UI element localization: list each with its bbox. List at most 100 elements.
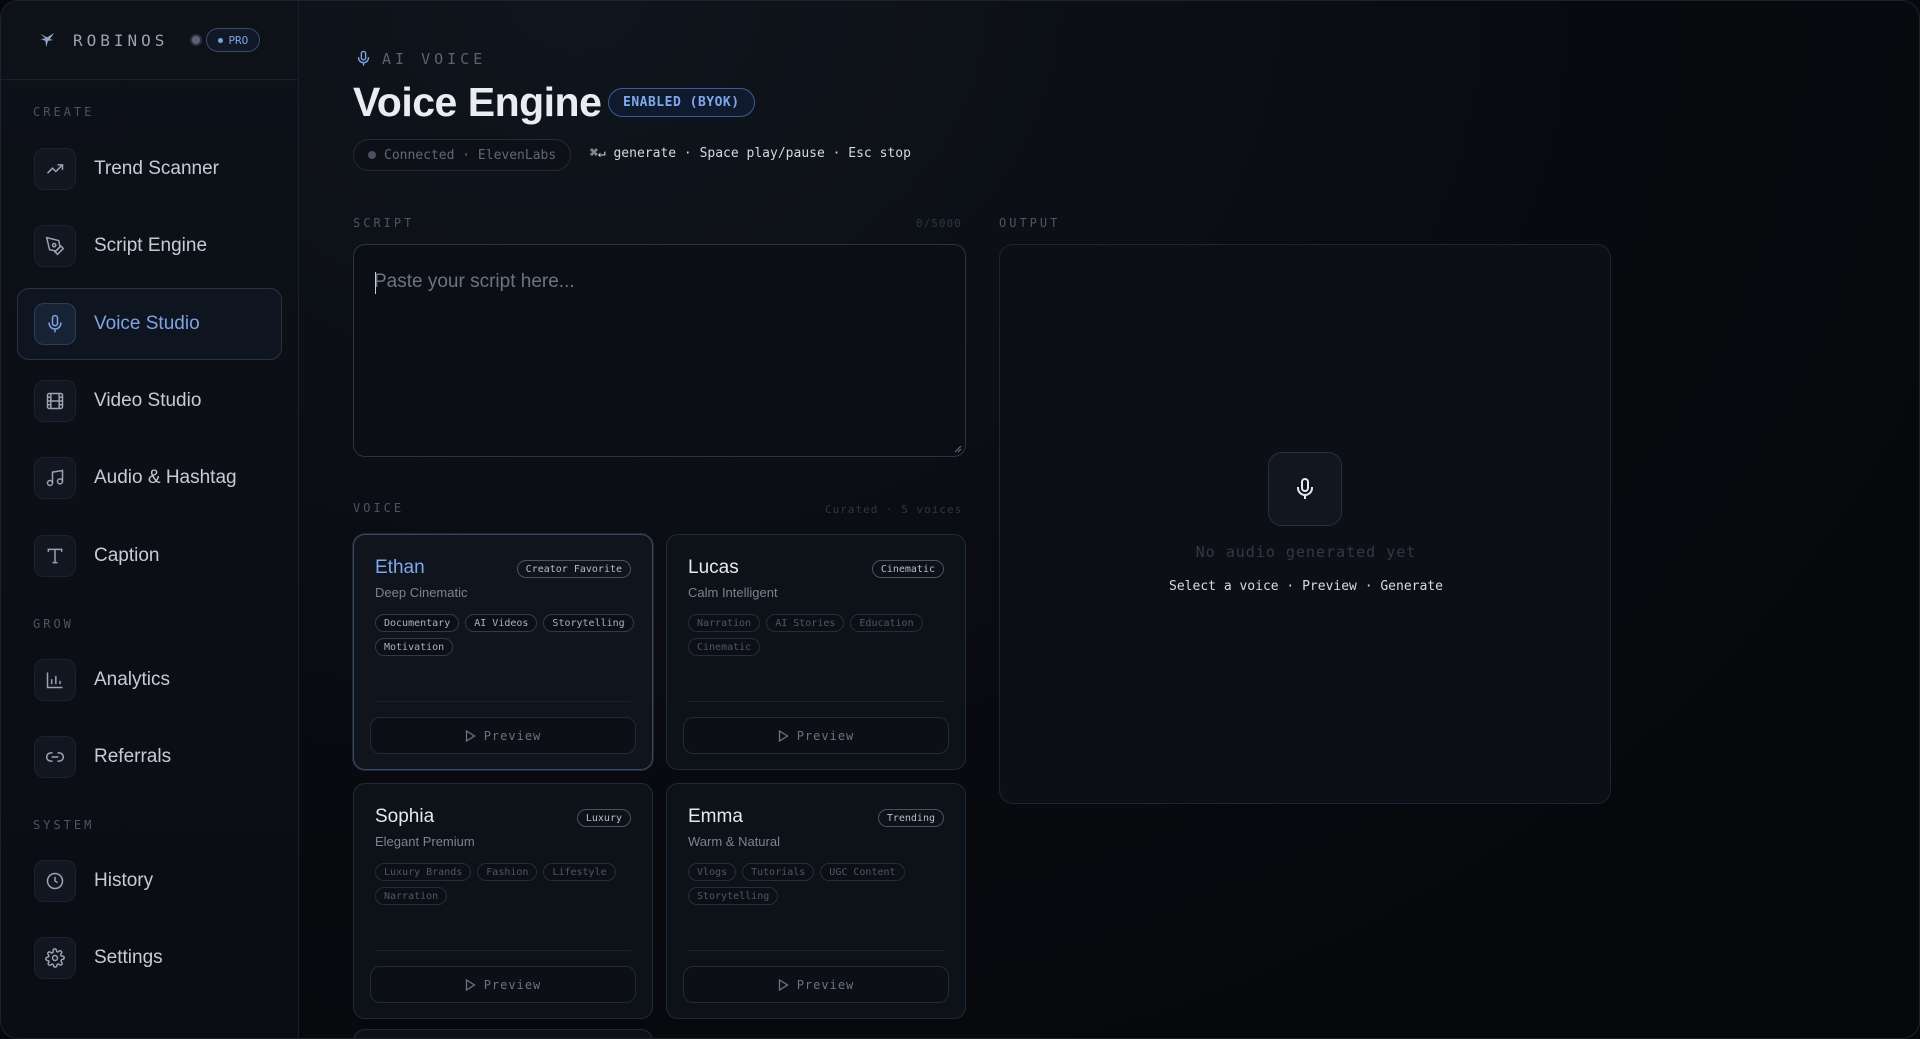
voice-tag: Luxury [576, 809, 631, 827]
sidebar-item-label: Settings [94, 947, 163, 968]
chip: Storytelling [543, 614, 634, 632]
chip: Fashion [477, 863, 538, 881]
voice-card-lucas[interactable]: Lucas Calm Intelligent Cinematic Narrati… [666, 534, 966, 770]
play-icon [465, 978, 476, 991]
play-icon [778, 978, 789, 991]
voice-card-ethan[interactable]: Ethan Deep Cinematic Creator Favorite Do… [353, 534, 653, 770]
film-icon [34, 380, 76, 422]
divider [688, 950, 944, 951]
sidebar-item-label: Trend Scanner [94, 158, 219, 179]
voice-chips: Vlogs Tutorials UGC Content Storytelling [688, 863, 948, 905]
voice-tag: Creator Favorite [516, 560, 631, 578]
music-icon [34, 457, 76, 499]
connection-status: Connected · ElevenLabs [353, 139, 572, 171]
clock-icon [34, 860, 76, 902]
voice-label: VOICE [353, 501, 405, 515]
chip: Narration [375, 887, 448, 905]
play-icon [465, 729, 476, 742]
mic-icon [1268, 452, 1342, 526]
sidebar-item-label: Script Engine [94, 235, 208, 256]
voice-subtitle: Warm & Natural [688, 834, 780, 849]
sidebar: ROBINOS PRO CREATE Trend Scanner Script … [1, 1, 299, 1038]
chip: AI Videos [465, 614, 538, 632]
voice-name: Sophia [375, 806, 435, 827]
preview-button[interactable]: Preview [683, 966, 949, 1003]
voice-name: Lucas [688, 557, 739, 578]
chip: Vlogs [688, 863, 737, 881]
output-panel: No audio generated yet Select a voice · … [999, 244, 1611, 804]
sidebar-item-label: Voice Studio [94, 313, 200, 334]
output-label: OUTPUT [999, 216, 1061, 230]
sidebar-item-caption[interactable]: Caption [17, 520, 282, 592]
sidebar-item-label: Audio & Hashtag [94, 467, 237, 488]
script-textarea[interactable]: Paste your script here... [353, 244, 966, 457]
keyboard-shortcuts: ⌘↵ generate · Space play/pause · Esc sto… [590, 146, 911, 161]
sidebar-item-analytics[interactable]: Analytics [17, 644, 282, 716]
sidebar-item-video-studio[interactable]: Video Studio [17, 365, 282, 437]
voice-chips: Narration AI Stories Education Cinematic [688, 614, 948, 656]
divider [375, 950, 631, 951]
sidebar-item-settings[interactable]: Settings [17, 922, 282, 994]
chip: Narration [688, 614, 761, 632]
trend-icon [34, 148, 76, 190]
chip: Education [850, 614, 923, 632]
chip: UGC Content [820, 863, 905, 881]
preview-button[interactable]: Preview [370, 966, 636, 1003]
output-hint: Select a voice · Preview · Generate [1169, 579, 1443, 594]
script-placeholder: Paste your script here... [374, 271, 575, 292]
script-label: SCRIPT [353, 216, 415, 230]
sidebar-item-label: Caption [94, 545, 160, 566]
voice-meta: Curated · 5 voices [825, 503, 963, 516]
script-counter: 0/5000 [916, 217, 962, 230]
sidebar-item-label: History [94, 870, 154, 891]
chip: AI Stories [766, 614, 845, 632]
chip: Tutorials [742, 863, 815, 881]
voice-tag: Trending [877, 809, 944, 827]
bar-chart-icon [34, 659, 76, 701]
voice-name: Ethan [375, 557, 425, 578]
chip: Documentary [375, 614, 460, 632]
link-icon [34, 736, 76, 778]
voice-card-sophia[interactable]: Sophia Elegant Premium Luxury Luxury Bra… [353, 783, 653, 1019]
section-label-grow: GROW [33, 617, 74, 631]
bird-logo-icon [40, 32, 55, 48]
sidebar-item-trend-scanner[interactable]: Trend Scanner [17, 133, 282, 205]
page-title: Voice Engine [353, 79, 602, 125]
voice-name: Emma [688, 806, 743, 827]
play-icon [778, 729, 789, 742]
sidebar-item-history[interactable]: History [17, 845, 282, 917]
output-empty-text: No audio generated yet [1195, 543, 1417, 561]
voice-chips: Luxury Brands Fashion Lifestyle Narratio… [375, 863, 635, 905]
section-label-create: CREATE [33, 105, 95, 119]
chip: Cinematic [688, 638, 761, 656]
resize-handle-icon[interactable] [952, 443, 962, 453]
sidebar-item-voice-studio[interactable]: Voice Studio [17, 288, 282, 360]
sidebar-item-audio-hashtag[interactable]: Audio & Hashtag [17, 442, 282, 514]
app-window: ROBINOS PRO CREATE Trend Scanner Script … [0, 0, 1920, 1039]
pro-badge: PRO [206, 28, 261, 52]
status-dot [190, 34, 203, 46]
sidebar-item-label: Video Studio [94, 390, 202, 411]
voice-card-partial[interactable] [353, 1029, 653, 1038]
text-icon [34, 535, 76, 577]
voice-subtitle: Elegant Premium [375, 834, 475, 849]
sidebar-item-label: Analytics [94, 669, 171, 690]
enabled-badge: ENABLED (BYOK) [608, 88, 755, 117]
mic-icon [34, 303, 76, 345]
divider [375, 701, 631, 702]
brand-name: ROBINOS [73, 30, 169, 50]
chip: Lifestyle [543, 863, 616, 881]
status-dot [368, 151, 376, 159]
chip: Motivation [375, 638, 454, 656]
page-eyebrow: AI VOICE [355, 49, 486, 68]
preview-button[interactable]: Preview [370, 717, 636, 754]
sidebar-item-script-engine[interactable]: Script Engine [17, 210, 282, 282]
section-label-system: SYSTEM [33, 818, 95, 832]
voice-card-emma[interactable]: Emma Warm & Natural Trending Vlogs Tutor… [666, 783, 966, 1019]
voice-chips: Documentary AI Videos Storytelling Motiv… [375, 614, 635, 656]
mic-icon [357, 50, 370, 66]
gear-icon [34, 937, 76, 979]
sidebar-item-referrals[interactable]: Referrals [17, 721, 282, 793]
chip: Luxury Brands [375, 863, 472, 881]
preview-button[interactable]: Preview [683, 717, 949, 754]
